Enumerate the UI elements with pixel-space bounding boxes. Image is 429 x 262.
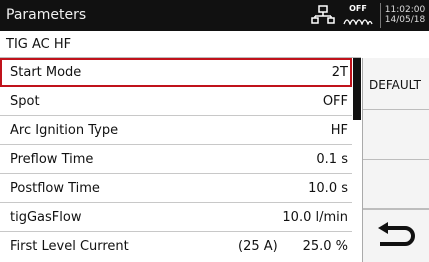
clock-time: 11:02:00 xyxy=(384,5,426,15)
parameter-label: Start Mode xyxy=(10,65,82,80)
parameter-value: 10.0 s xyxy=(308,181,348,196)
header-bar: Parameters OFF 11:02:00 14/05/18 xyxy=(0,0,429,31)
parameter-label: Preflow Time xyxy=(10,152,94,167)
process-mode-label: TIG AC HF xyxy=(6,37,72,52)
parameter-row-first-level-current[interactable]: First Level Current (25 A) 25.0 % xyxy=(0,232,352,261)
parameter-label: First Level Current xyxy=(10,239,129,254)
parameter-row-postflow-time[interactable]: Postflow Time 10.0 s xyxy=(0,174,352,203)
parameter-row-tig-gas-flow[interactable]: tigGasFlow 10.0 l/min xyxy=(0,203,352,232)
softkey-3[interactable] xyxy=(363,160,429,209)
softkey-2[interactable] xyxy=(363,110,429,160)
parameter-row-preflow-time[interactable]: Preflow Time 0.1 s xyxy=(0,145,352,174)
parameter-value: OFF xyxy=(322,94,348,109)
screen-title: Parameters xyxy=(6,7,87,23)
parameter-row-spot[interactable]: Spot OFF xyxy=(0,87,352,116)
parameter-amperage: (25 A) xyxy=(238,239,278,254)
back-arrow-icon xyxy=(378,222,415,246)
side-panel: DEFAULT xyxy=(362,58,429,262)
default-button-label: DEFAULT xyxy=(369,78,421,92)
back-button[interactable] xyxy=(363,209,429,262)
gas-status-label: OFF xyxy=(349,4,367,13)
gas-flow-icon: OFF xyxy=(341,4,375,28)
parameter-label: Arc Ignition Type xyxy=(10,123,119,138)
parameter-row-start-mode[interactable]: Start Mode 2T xyxy=(0,58,352,87)
default-button[interactable]: DEFAULT xyxy=(363,58,429,110)
network-icon xyxy=(311,5,335,25)
parameter-value: 10.0 l/min xyxy=(282,210,348,225)
parameter-value: HF xyxy=(330,123,348,138)
parameter-value: 25.0 % xyxy=(302,239,348,254)
scrollbar-thumb[interactable] xyxy=(353,58,361,120)
datetime-display: 11:02:00 14/05/18 xyxy=(381,5,429,25)
parameter-label: tigGasFlow xyxy=(10,210,82,225)
parameter-label: Spot xyxy=(10,94,40,109)
parameter-list: Start Mode 2T Spot OFF Arc Ignition Type… xyxy=(0,58,352,262)
clock-date: 14/05/18 xyxy=(384,15,426,25)
parameter-row-arc-ignition-type[interactable]: Arc Ignition Type HF xyxy=(0,116,352,145)
parameter-value: 0.1 s xyxy=(316,152,348,167)
parameter-value: 2T xyxy=(331,65,348,80)
parameter-label: Postflow Time xyxy=(10,181,100,196)
